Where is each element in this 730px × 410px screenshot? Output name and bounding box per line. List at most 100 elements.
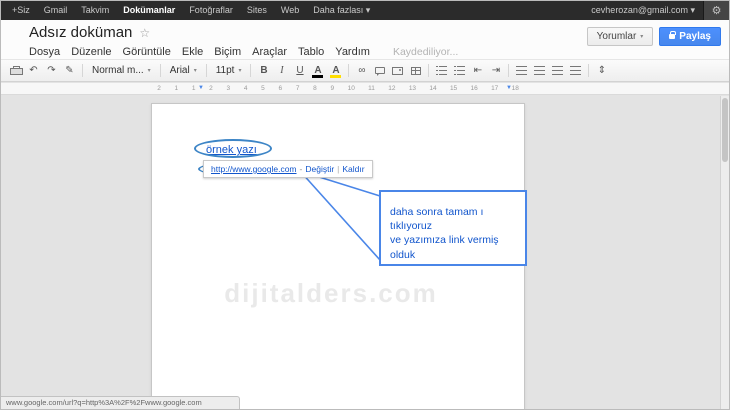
toolbar-separator xyxy=(160,64,161,77)
document-title[interactable]: Adsız doküman xyxy=(29,24,132,41)
outdent-button[interactable]: ⇤ xyxy=(469,62,486,80)
ruler-number: 16 xyxy=(471,85,478,92)
table-icon xyxy=(411,67,421,75)
ruler[interactable]: ▼ ▼ 21123456789101112131415161718 xyxy=(1,83,729,95)
link-bubble-divider: | xyxy=(337,164,339,174)
callout-line: daha sonra tamam ı tıklıyoruz xyxy=(390,205,520,233)
justify-button[interactable] xyxy=(567,62,584,80)
link-bubble-dash: - xyxy=(300,164,303,174)
saving-status: Kaydediliyor... xyxy=(393,46,458,58)
share-button[interactable]: Paylaş xyxy=(659,27,721,46)
link-bubble: http://www.google.com - Değiştir | Kaldı… xyxy=(203,160,373,178)
insert-image-button[interactable] xyxy=(389,62,406,80)
menu-item[interactable]: Dosya xyxy=(29,46,60,58)
align-center-button[interactable] xyxy=(531,62,548,80)
insert-table-button[interactable] xyxy=(407,62,424,80)
align-right-icon xyxy=(552,66,563,75)
ruler-number: 1 xyxy=(174,85,178,92)
ruler-number: 2 xyxy=(209,85,213,92)
ruler-number: 2 xyxy=(157,85,161,92)
printer-icon xyxy=(10,66,21,75)
star-icon[interactable]: ☆ xyxy=(139,26,150,40)
browser-status-url: www.google.com/url?q=http%3A%2F%2Fwww.go… xyxy=(1,396,240,409)
topbar-nav-link[interactable]: Daha fazlası ▾ xyxy=(306,1,377,20)
ruler-number: 10 xyxy=(348,85,355,92)
document-link-text[interactable]: örnek yazı xyxy=(206,144,257,156)
ruler-number: 1 xyxy=(192,85,196,92)
bullet-list-button[interactable] xyxy=(451,62,468,80)
account-menu[interactable]: cevherozan@gmail.com ▾ xyxy=(583,5,703,16)
title-area: Adsız doküman ☆ xyxy=(29,24,150,41)
ruler-number: 15 xyxy=(450,85,457,92)
google-bar-nav: +SizGmailTakvimDokümanlarFotoğraflarSite… xyxy=(1,1,377,20)
numbered-list-icon xyxy=(436,66,447,75)
undo-button[interactable]: ↶ xyxy=(25,62,42,80)
line-spacing-button[interactable]: ⇕ xyxy=(593,62,610,80)
topbar-nav-link[interactable]: Takvim xyxy=(74,1,116,20)
menu-bar: Dosya Düzenle Görüntüle Ekle Biçim Araçlar Tab… xyxy=(29,46,458,58)
menu-item[interactable]: Ekle xyxy=(182,46,203,58)
ruler-number: 4 xyxy=(244,85,248,92)
topbar-nav-link[interactable]: Gmail xyxy=(37,1,75,20)
topbar-nav-link[interactable]: +Siz xyxy=(5,1,37,20)
numbered-list-button[interactable] xyxy=(433,62,450,80)
link-remove-button[interactable]: Kaldır xyxy=(342,164,364,174)
menu-item[interactable]: Biçim xyxy=(214,46,241,58)
menu-item[interactable]: Görüntüle xyxy=(123,46,171,58)
align-left-button[interactable] xyxy=(513,62,530,80)
align-right-button[interactable] xyxy=(549,62,566,80)
italic-button[interactable]: I xyxy=(273,62,290,80)
lock-icon xyxy=(669,34,675,39)
insert-comment-button[interactable] xyxy=(371,62,388,80)
ruler-number: 18 xyxy=(512,85,519,92)
ruler-number: 3 xyxy=(226,85,230,92)
ruler-numbers: 21123456789101112131415161718 xyxy=(157,85,519,92)
gear-icon[interactable]: ⚙ xyxy=(703,1,729,20)
topbar-nav-link[interactable]: Fotoğraflar xyxy=(182,1,240,20)
topbar-nav-link[interactable]: Sites xyxy=(240,1,274,20)
topbar-nav-link[interactable]: Web xyxy=(274,1,306,20)
font-size-dropdown[interactable]: 11pt ▾ xyxy=(211,62,247,80)
toolbar-separator xyxy=(588,64,589,77)
comment-icon xyxy=(375,67,385,74)
ruler-number: 5 xyxy=(261,85,265,92)
text-color-button[interactable]: A xyxy=(309,62,326,80)
toolbar-separator xyxy=(428,64,429,77)
link-bubble-url[interactable]: http://www.google.com xyxy=(211,164,297,174)
insert-link-button[interactable]: ∞ xyxy=(353,62,370,80)
bullet-list-icon xyxy=(454,66,465,75)
indent-button[interactable]: ⇥ xyxy=(487,62,504,80)
font-dropdown[interactable]: Arial ▾ xyxy=(165,62,202,80)
toolbar-separator xyxy=(206,64,207,77)
ruler-number: 11 xyxy=(368,85,375,92)
vertical-scrollbar[interactable] xyxy=(720,96,729,409)
comments-button[interactable]: Yorumlar ▾ xyxy=(587,27,654,46)
annotation-callout: daha sonra tamam ı tıklıyoruz ve yazımız… xyxy=(379,190,527,266)
underline-button[interactable]: U xyxy=(291,62,308,80)
link-change-button[interactable]: Değiştir xyxy=(305,164,334,174)
menu-item[interactable]: Tablo xyxy=(298,46,324,58)
menu-item[interactable]: Düzenle xyxy=(71,46,111,58)
document-canvas: örnek yazı http://www.google.com - Değiş… xyxy=(1,96,729,409)
menu-item[interactable]: Araçlar xyxy=(252,46,287,58)
ruler-number: 17 xyxy=(491,85,498,92)
redo-button[interactable]: ↷ xyxy=(43,62,60,80)
ruler-number: 9 xyxy=(330,85,334,92)
highlight-color-button[interactable]: A xyxy=(327,62,344,80)
doc-header: Adsız doküman ☆ Dosya Düzenle Görüntüle Ekl… xyxy=(1,20,729,59)
google-docs-window: +SizGmailTakvimDokümanlarFotoğraflarSite… xyxy=(0,0,730,410)
document-page[interactable]: örnek yazı http://www.google.com - Değiş… xyxy=(151,103,525,409)
edit-toolbar: ↶ ↷ ✎ Normal m... ▾ Arial ▾ 11pt ▾ B I U… xyxy=(1,59,729,82)
image-icon xyxy=(392,67,403,75)
chevron-down-icon: ▾ xyxy=(148,68,151,74)
paint-format-button[interactable]: ✎ xyxy=(61,62,78,80)
vertical-scrollbar-thumb[interactable] xyxy=(722,98,728,162)
styles-dropdown[interactable]: Normal m... ▾ xyxy=(87,62,156,80)
google-bar-account-area: cevherozan@gmail.com ▾ ⚙ xyxy=(583,1,729,20)
ruler-number: 14 xyxy=(429,85,436,92)
bold-button[interactable]: B xyxy=(255,62,272,80)
topbar-nav-link[interactable]: Dokümanlar xyxy=(116,1,182,20)
menu-item[interactable]: Yardım xyxy=(335,46,370,58)
print-button[interactable] xyxy=(7,62,24,80)
toolbar-separator xyxy=(508,64,509,77)
